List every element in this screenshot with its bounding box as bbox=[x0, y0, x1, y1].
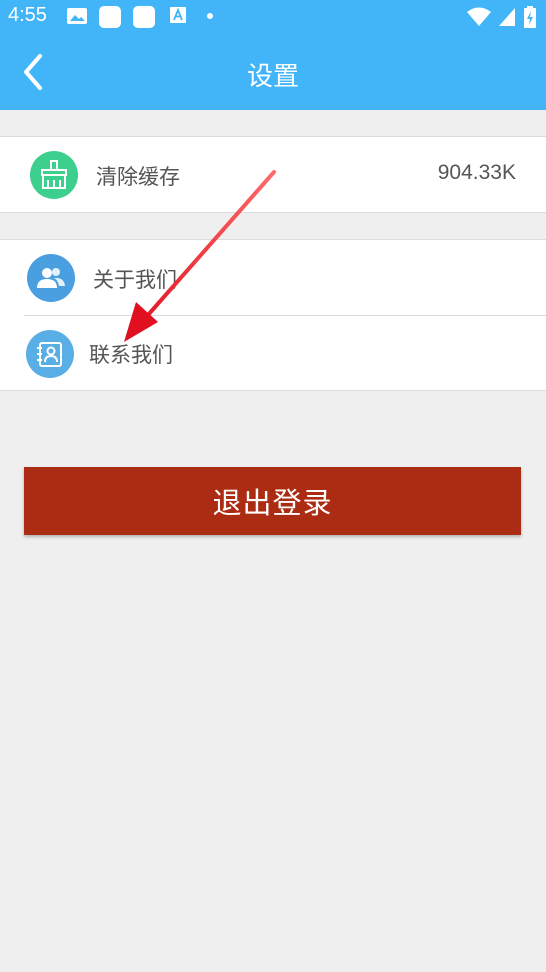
font-icon bbox=[170, 7, 186, 23]
status-time: 4:55 bbox=[8, 4, 47, 26]
contact-book-icon bbox=[26, 330, 74, 378]
about-us-item[interactable]: 关于我们 bbox=[0, 240, 546, 315]
page-title: 设置 bbox=[246, 62, 299, 92]
status-bar: 4:55 bbox=[0, 0, 546, 34]
cache-group: 清除缓存 904.33K bbox=[0, 136, 546, 213]
app-bar: 设置 bbox=[0, 34, 546, 110]
battery-charging-icon bbox=[524, 6, 536, 28]
contact-us-item[interactable]: 联系我们 bbox=[0, 315, 546, 390]
dot-icon bbox=[207, 13, 213, 19]
clear-cache-label: 清除缓存 bbox=[96, 165, 180, 189]
square-icon bbox=[133, 6, 155, 28]
signal-icon bbox=[499, 8, 515, 26]
info-group: 关于我们 联系我们 bbox=[0, 239, 546, 391]
clear-cache-item[interactable]: 清除缓存 904.33K bbox=[0, 137, 546, 212]
broom-icon bbox=[30, 151, 78, 199]
contact-us-label: 联系我们 bbox=[89, 343, 173, 367]
wifi-icon bbox=[467, 7, 491, 26]
square-icon bbox=[99, 6, 121, 28]
logout-button[interactable]: 退出登录 bbox=[24, 467, 521, 535]
users-icon bbox=[27, 254, 75, 302]
image-icon bbox=[67, 8, 87, 24]
about-us-label: 关于我们 bbox=[93, 268, 177, 292]
cache-size-value: 904.33K bbox=[437, 161, 516, 184]
